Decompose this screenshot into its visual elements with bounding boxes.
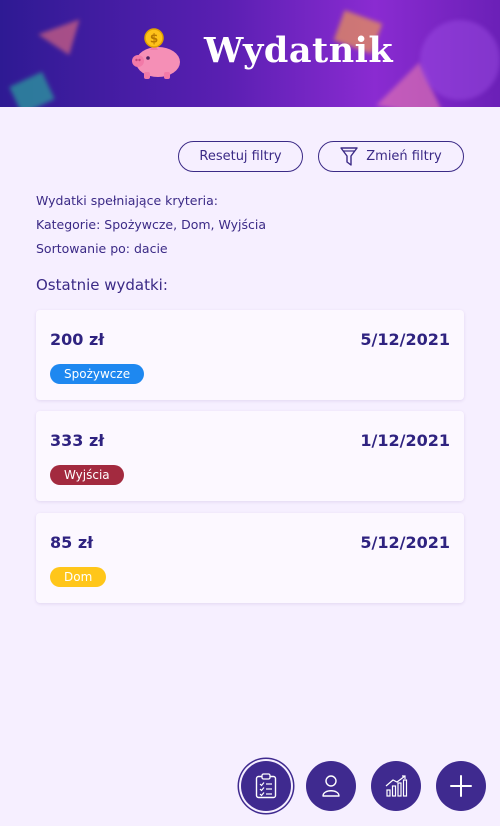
- expense-date: 1/12/2021: [360, 431, 450, 450]
- expense-amount: 333 zł: [50, 431, 105, 450]
- criteria-heading: Wydatki spełniające kryteria:: [36, 193, 218, 208]
- expense-amount: 200 zł: [50, 330, 105, 349]
- category-tag: Spożywcze: [50, 364, 145, 384]
- chart-icon: [385, 775, 408, 797]
- expense-date: 5/12/2021: [360, 533, 450, 552]
- nav-stats-button[interactable]: [371, 761, 421, 811]
- decor-square: [9, 71, 55, 107]
- category-tag: Wyjścia: [50, 465, 124, 485]
- criteria-categories: Kategorie: Spożywcze, Dom, Wyjścia: [36, 217, 266, 232]
- coin-symbol: $: [150, 32, 158, 46]
- nav-profile-button[interactable]: [306, 761, 356, 811]
- expense-amount: 85 zł: [50, 533, 94, 552]
- reset-filters-label: Resetuj filtry: [199, 149, 282, 164]
- plus-icon: [450, 775, 472, 797]
- add-expense-button[interactable]: [436, 761, 486, 811]
- category-tag: Dom: [50, 567, 107, 587]
- clipboard-list-icon: [255, 773, 277, 799]
- piggy-bank-icon: $: [132, 28, 180, 79]
- change-filters-label: Zmień filtry: [366, 149, 442, 164]
- decor-triangle: [38, 19, 90, 63]
- decor-circle: [420, 20, 500, 100]
- reset-filters-button[interactable]: Resetuj filtry: [178, 141, 303, 172]
- app-title: Wydatnik: [204, 30, 394, 71]
- nav-expenses-button[interactable]: [241, 761, 291, 811]
- user-icon: [322, 775, 340, 797]
- filter-icon: [340, 146, 358, 166]
- recent-expenses-title: Ostatnie wydatki:: [36, 276, 168, 294]
- expense-card[interactable]: 333 zł 1/12/2021 Wyjścia: [36, 411, 464, 501]
- change-filters-button[interactable]: Zmień filtry: [318, 141, 464, 172]
- app-header: $ Wydatnik: [0, 0, 500, 107]
- expense-date: 5/12/2021: [360, 330, 450, 349]
- expense-card[interactable]: 85 zł 5/12/2021 Dom: [36, 513, 464, 603]
- criteria-sort: Sortowanie po: dacie: [36, 241, 168, 256]
- expense-card[interactable]: 200 zł 5/12/2021 Spożywcze: [36, 310, 464, 400]
